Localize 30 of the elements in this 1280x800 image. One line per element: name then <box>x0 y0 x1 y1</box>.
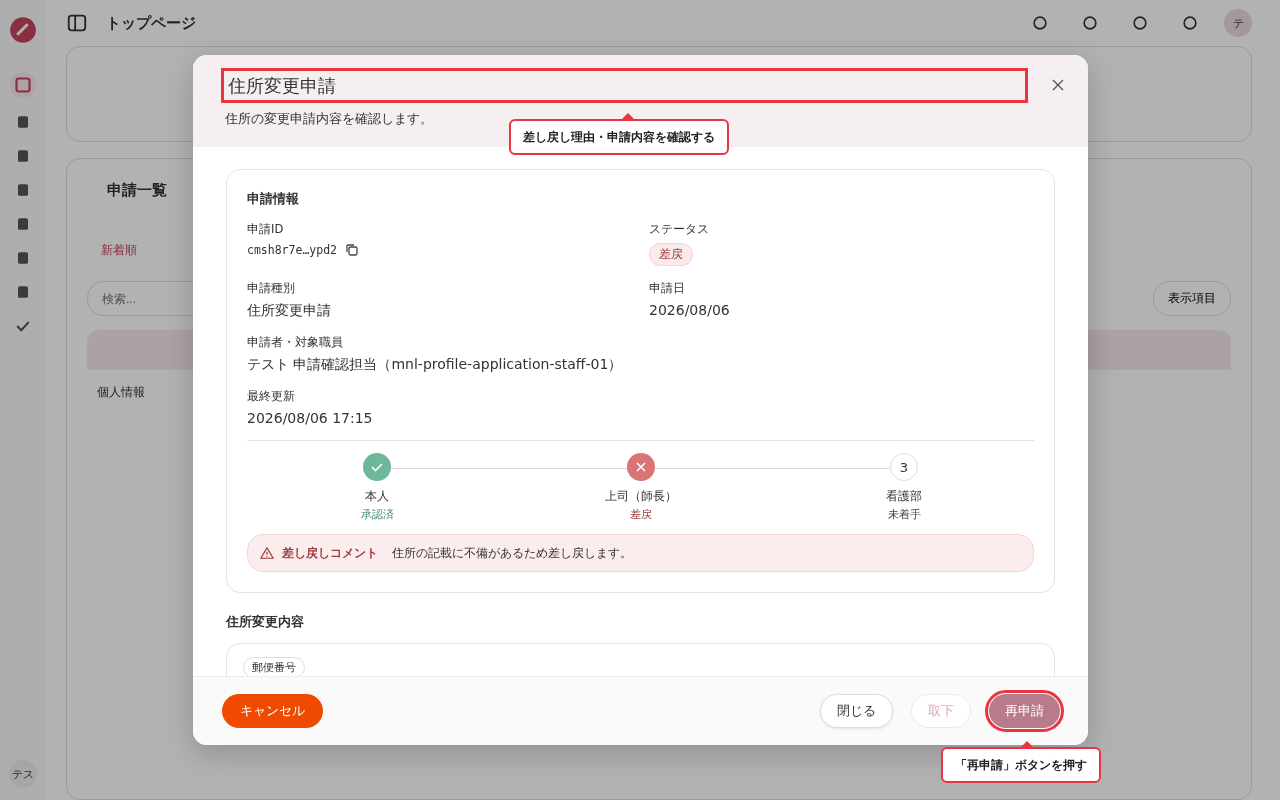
section-heading: 申請情報 <box>247 190 300 208</box>
field-value: 2026/08/06 17:15 <box>247 410 374 426</box>
field-label: 申請ID <box>247 222 285 237</box>
status-badge: 差戻 <box>649 243 693 266</box>
field-label: ステータス <box>649 222 710 237</box>
step-status: 差戻 <box>629 508 652 522</box>
section-heading: 住所変更内容 <box>226 613 305 631</box>
step-status: 未着手 <box>887 508 921 522</box>
field-value: 2026/08/06 <box>649 302 731 318</box>
field-value: 住所変更申請 <box>247 302 332 320</box>
comment-text: 住所の記載に不備があるため差し戻します。 <box>392 544 632 562</box>
field-value: cmsh8r7e…ypd2 <box>247 243 337 257</box>
table-cell: 個人情報 <box>97 384 145 401</box>
dialog-subtitle: 住所の変更申請内容を確認します。 <box>225 111 433 128</box>
step-status: 承認済 <box>360 508 394 522</box>
field-label: 申請日 <box>649 281 686 296</box>
field-value: テスト 申請確認担当（mnl-profile-application-staff-01） <box>247 356 624 374</box>
field-label: 申請者・対象職員 <box>247 335 344 350</box>
step-name: 上司（師長） <box>604 488 677 505</box>
callout-tooltip: 差し戻し理由・申請内容を確認する <box>509 119 729 155</box>
step-name: 看護部 <box>886 488 922 505</box>
dialog-title: 住所変更申請 <box>228 73 336 98</box>
page-title: トップページ <box>106 13 196 33</box>
field-label: 申請種別 <box>247 281 296 296</box>
callout-tooltip: 「再申請」ボタンを押す <box>941 747 1101 783</box>
comment-label: 差し戻しコメント <box>282 545 378 561</box>
step-name: 本人 <box>365 488 389 505</box>
list-title: 申請一覧 <box>107 181 167 200</box>
step-number: 3 <box>890 453 918 481</box>
field-label: 最終更新 <box>247 389 296 404</box>
